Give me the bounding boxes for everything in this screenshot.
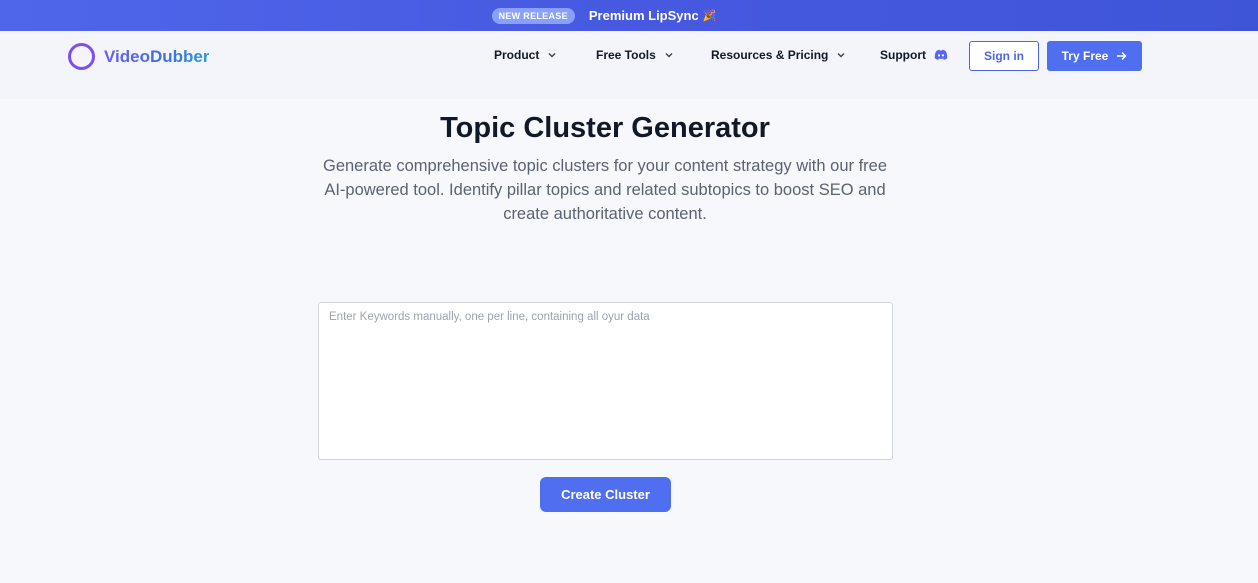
sign-in-button[interactable]: Sign in <box>969 41 1039 71</box>
nav-support-label: Support <box>880 48 926 62</box>
arrow-right-icon <box>1117 52 1127 60</box>
nav-product-label: Product <box>494 48 540 62</box>
chevron-down-icon <box>548 53 556 58</box>
page-title: Topic Cluster Generator <box>440 112 770 144</box>
discord-icon <box>934 49 948 60</box>
nav-product[interactable]: Product <box>494 48 557 62</box>
brand-name: VideoDubber <box>104 46 210 66</box>
nav-free-tools[interactable]: Free Tools <box>596 48 674 62</box>
new-release-badge: NEW RELEASE <box>491 7 575 24</box>
try-free-label: Try Free <box>1061 49 1109 63</box>
nav-support[interactable]: Support <box>880 48 948 62</box>
brand-logo[interactable]: VideoDubber <box>68 43 209 70</box>
announcement-content[interactable]: NEW RELEASE Premium LipSync 🎉 <box>491 7 717 24</box>
nav-resources-pricing[interactable]: Resources & Pricing <box>711 48 846 62</box>
create-cluster-button[interactable]: Create Cluster <box>540 477 671 512</box>
chevron-down-icon <box>837 53 845 58</box>
ring-logo-icon <box>68 43 95 70</box>
party-popper-icon: 🎉 <box>702 10 717 22</box>
announcement-text: Premium LipSync <box>588 8 699 23</box>
announcement-bar[interactable]: NEW RELEASE Premium LipSync 🎉 <box>0 0 1258 31</box>
announcement-link[interactable]: Premium LipSync 🎉 <box>589 8 717 23</box>
keywords-input[interactable] <box>318 302 893 460</box>
chevron-down-icon <box>665 53 673 58</box>
nav-resources-pricing-label: Resources & Pricing <box>711 48 829 62</box>
page-subtitle: Generate comprehensive topic clusters fo… <box>322 157 888 223</box>
navbar: VideoDubber Product Free Tools Resources… <box>0 31 1258 99</box>
try-free-button[interactable]: Try Free <box>1047 41 1142 71</box>
nav-free-tools-label: Free Tools <box>596 48 656 62</box>
